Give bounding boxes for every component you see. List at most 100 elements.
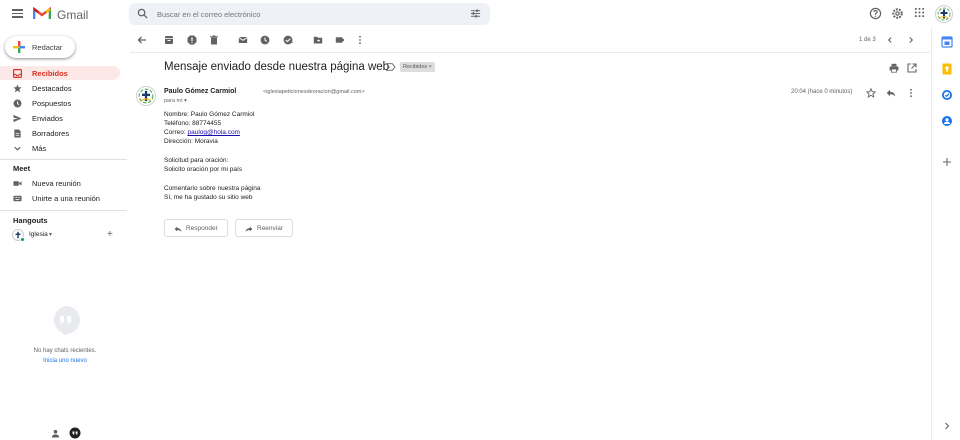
search-icon[interactable] <box>137 8 148 19</box>
show-side-panel-chevron-icon[interactable] <box>941 420 953 432</box>
open-new-window-icon[interactable] <box>907 63 917 73</box>
clock-icon <box>13 99 22 108</box>
nav-item-label: Más <box>32 144 47 153</box>
nav-item-starred[interactable]: Destacados <box>0 81 120 95</box>
settings-gear-icon[interactable] <box>891 7 904 20</box>
no-recent-chats-text: No hay chats recientes. <box>33 348 97 354</box>
email-subject: Mensaje enviado desde nuestra página web <box>164 61 390 73</box>
nav-item-more[interactable]: Más <box>0 141 120 155</box>
hangouts-user-caret[interactable]: ▾ <box>49 231 52 238</box>
more-options-vertical-icon[interactable] <box>355 35 365 45</box>
body-address-line: Dirección: Moravia <box>164 138 218 145</box>
keep-notes-app-icon[interactable] <box>941 63 953 75</box>
start-new-chat-link[interactable]: Inicia uno nuevo <box>0 358 130 364</box>
body-comment-title: Comentario sobre nuestra página <box>164 185 261 192</box>
next-chevron-icon[interactable] <box>906 35 916 45</box>
add-addon-plus-icon[interactable] <box>941 156 953 168</box>
back-arrow-icon[interactable] <box>137 35 147 45</box>
message-more-options-icon[interactable] <box>906 88 916 98</box>
delete-trash-icon[interactable] <box>209 35 219 45</box>
person-icon[interactable] <box>51 429 60 438</box>
nav-item-label: Destacados <box>32 84 72 93</box>
forward-icon <box>245 226 253 232</box>
previous-chevron-icon[interactable] <box>885 35 895 45</box>
sender-name: Paulo Gómez Carmiol <box>164 88 237 95</box>
body-request-title: Solicitud para oración: <box>164 157 229 164</box>
nav-item-label: Borradores <box>32 129 70 138</box>
star-icon <box>13 84 22 93</box>
meet-section-title: Meet <box>13 164 31 173</box>
body-phone-line: Teléfono: 88774455 <box>164 120 222 127</box>
hangouts-user-name: Iglesia <box>29 231 48 238</box>
account-avatar[interactable] <box>935 5 953 23</box>
hangouts-user[interactable]: Iglesia ▾ <box>12 229 122 243</box>
side-panel-divider <box>931 28 932 440</box>
hangouts-add-icon[interactable]: + <box>107 229 113 240</box>
body-request-text: Solicito oración por mi país <box>164 166 243 173</box>
nav-item-snoozed[interactable]: Pospuestos <box>0 96 120 110</box>
gmail-logo-icon[interactable] <box>33 6 51 20</box>
chat-bubble-icon <box>53 306 80 336</box>
search-options-icon[interactable] <box>470 8 481 19</box>
meet-item-label: Nueva reunión <box>32 179 81 188</box>
meet-new-meeting[interactable]: Nueva reunión <box>0 176 120 190</box>
add-to-tasks-icon[interactable] <box>283 35 293 45</box>
search-input[interactable] <box>157 6 457 22</box>
archive-icon[interactable] <box>164 35 174 45</box>
online-status-dot <box>20 237 25 242</box>
nav-item-label: Pospuestos <box>32 99 72 108</box>
body-comment-text: Sí, me ha gustado su sitio web <box>164 194 253 201</box>
nav-item-inbox[interactable]: Recibidos <box>0 66 120 80</box>
sender-email: <iglesiapeticionesdeoracion@gmail.com> <box>263 89 365 95</box>
reply-arrow-icon[interactable] <box>886 88 896 98</box>
email-timestamp: 20:04 (hace 0 minutos) <box>791 89 853 95</box>
draft-icon <box>14 129 21 138</box>
help-icon[interactable] <box>869 7 882 20</box>
mark-unread-icon[interactable] <box>238 35 248 45</box>
body-email-link[interactable]: paulog@hola.com <box>187 129 240 136</box>
compose-plus-icon <box>13 41 25 53</box>
page-count: 1 de 3 <box>859 37 876 43</box>
nav-item-drafts[interactable]: Borradores <box>0 126 120 140</box>
video-icon <box>13 181 22 186</box>
body-email-line: Correo: paulog@hola.com <box>164 129 240 136</box>
snooze-clock-icon[interactable] <box>260 35 270 45</box>
toolbar-divider <box>130 52 930 53</box>
compose-label: Redactar <box>32 43 63 52</box>
star-outline-icon[interactable] <box>866 88 876 98</box>
nav-item-label: Recibidos <box>32 69 68 78</box>
label-tag-icon[interactable] <box>335 35 345 45</box>
calendar-app-icon[interactable] <box>941 36 953 48</box>
inbox-icon <box>13 69 22 78</box>
meet-join-meeting[interactable]: Unirte a una reunión <box>0 191 120 205</box>
hangouts-section-title: Hangouts <box>13 216 48 225</box>
apps-grid-icon[interactable] <box>914 7 925 18</box>
importance-marker-icon[interactable] <box>386 63 396 71</box>
nav-divider <box>0 159 127 160</box>
bottom-left-bar <box>0 426 127 440</box>
reply-label: Responder <box>186 225 218 232</box>
forward-button[interactable]: Reenviar <box>235 219 293 237</box>
compose-button[interactable]: Redactar <box>5 36 75 58</box>
move-to-folder-icon[interactable] <box>313 35 323 45</box>
print-icon[interactable] <box>889 63 899 73</box>
inbox-label-chip[interactable]: Recibidos × <box>400 62 435 72</box>
chevron-down-icon <box>14 146 21 151</box>
report-spam-icon[interactable] <box>187 35 197 45</box>
nav-item-sent[interactable]: Enviados <box>0 111 120 125</box>
recipient-details-toggle[interactable]: para mí ▾ <box>164 98 187 104</box>
meet-divider <box>0 210 127 211</box>
hangouts-chat-icon[interactable] <box>69 427 81 439</box>
app-name: Gmail <box>57 8 89 22</box>
reply-icon <box>174 226 182 232</box>
main-menu-icon[interactable] <box>12 9 23 18</box>
search-bar[interactable] <box>129 3 490 25</box>
contacts-app-icon[interactable] <box>941 115 953 127</box>
forward-label: Reenviar <box>257 225 284 232</box>
top-bar: Gmail <box>0 0 960 28</box>
body-name-line: Nombre: Paulo Gómez Carmiol <box>164 111 255 118</box>
sender-avatar[interactable] <box>136 86 156 106</box>
tasks-app-icon[interactable] <box>941 89 953 101</box>
body-email-label: Correo: <box>164 129 188 136</box>
reply-button[interactable]: Responder <box>164 219 228 237</box>
